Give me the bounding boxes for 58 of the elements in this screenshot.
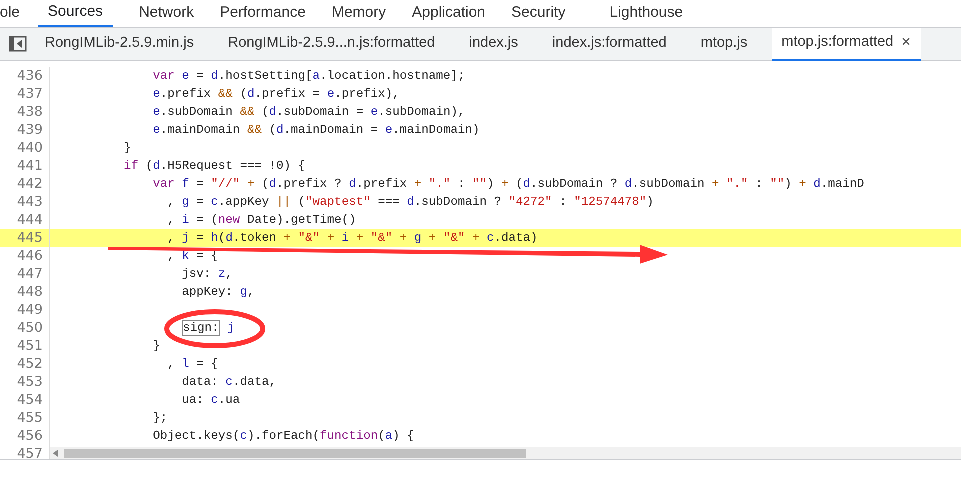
code-line: }	[152, 339, 160, 353]
code-line: e.prefix && (d.prefix = e.prefix),	[152, 87, 400, 101]
code-line: , l = {	[166, 357, 218, 371]
scroll-left-arrow-icon[interactable]	[53, 450, 58, 457]
line-number: 437	[0, 85, 50, 103]
panel-tab[interactable]: Application	[412, 0, 486, 27]
line-number: 436	[0, 67, 50, 85]
line-number: 456	[0, 427, 50, 445]
line-number: 453	[0, 373, 50, 391]
scrollbar-thumb[interactable]	[64, 449, 526, 458]
code-line: }	[123, 141, 132, 155]
close-tab-icon[interactable]: ×	[902, 31, 911, 55]
code-line: var f = "//" + (d.prefix ? d.prefix + "." : "") + (d.subDomain ? d.subDomain + "." : "") + d.mainD	[152, 177, 864, 191]
code-line: ua: c.ua	[181, 393, 240, 407]
code-line: };	[152, 411, 168, 425]
code-text: j	[226, 321, 235, 335]
line-number: 454	[0, 391, 50, 409]
panel-tab[interactable]: Lighthouse	[610, 0, 684, 27]
code-line: jsv: z,	[181, 267, 233, 281]
line-number: 443	[0, 193, 50, 211]
line-number: 440	[0, 139, 50, 157]
line-number: 447	[0, 265, 50, 283]
panel-tab[interactable]: Security	[512, 0, 566, 27]
line-number: 449	[0, 301, 50, 319]
code-line: , j = h(d.token + "&" + i + "&" + g + "&" + c.data)	[166, 231, 538, 245]
file-tab[interactable]: RongIMLib-2.5.9...n.js:formatted	[218, 28, 446, 60]
code-line: var e = d.hostSetting[a.location.hostname];	[152, 69, 466, 83]
horizontal-scrollbar[interactable]	[50, 447, 961, 459]
search-match: sign:	[182, 320, 220, 336]
code-line: data: c.data,	[181, 375, 276, 389]
line-number: 452	[0, 355, 50, 373]
line-number: 438	[0, 103, 50, 121]
line-number: 441	[0, 157, 50, 175]
code-line: e.mainDomain && (d.mainDomain = e.mainDomain)	[152, 123, 480, 137]
panel-tab[interactable]: ole	[0, 0, 20, 27]
code-line: , g = c.appKey || ("waptest" === d.subDomain ? "4272" : "12574478")	[166, 195, 654, 209]
line-number: 455	[0, 409, 50, 427]
panel-tab[interactable]: Memory	[332, 0, 386, 27]
code-line: , i = (new Date).getTime()	[166, 213, 356, 227]
line-number: 446	[0, 247, 50, 265]
code-line: Object.keys(c).forEach(function(a) {	[152, 429, 414, 443]
panel-tab[interactable]: Performance	[220, 0, 306, 27]
line-number: 445	[0, 229, 50, 247]
file-tab[interactable]: index.js	[459, 28, 528, 60]
file-tab[interactable]: RongIMLib-2.5.9.min.js	[35, 28, 204, 60]
file-tab[interactable]: mtop.js	[690, 28, 758, 60]
code-line: appKey: g,	[181, 285, 255, 299]
line-number: 450	[0, 319, 50, 337]
line-number: 439	[0, 121, 50, 139]
line-number: 442	[0, 175, 50, 193]
code-line: if (d.H5Request === !0) {	[123, 159, 306, 173]
panel-tab[interactable]: Network	[139, 0, 194, 27]
file-tab[interactable]: index.js:formatted	[542, 28, 677, 60]
sidebar-toggle-icon[interactable]	[9, 36, 27, 52]
line-number: 451	[0, 337, 50, 355]
line-number: 448	[0, 283, 50, 301]
file-tab[interactable]: mtop.js:formatted ×	[772, 28, 921, 60]
code-line: e.subDomain && (d.subDomain = e.subDomain),	[152, 105, 466, 119]
